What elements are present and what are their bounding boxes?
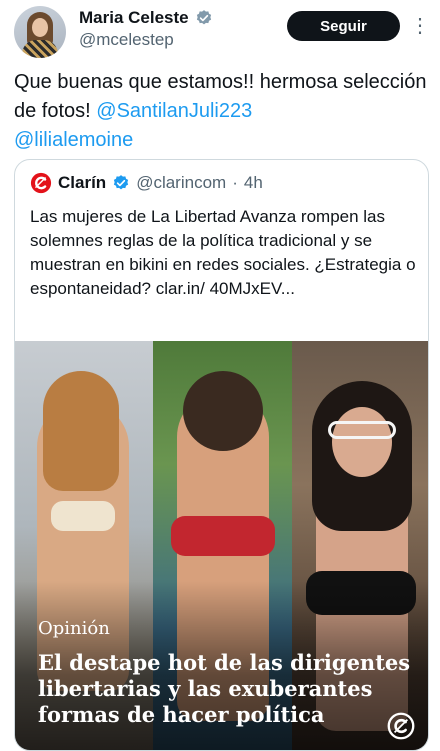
photo-face xyxy=(332,407,392,477)
quoted-account-name[interactable]: Clarín xyxy=(58,173,106,193)
clarin-watermark-icon xyxy=(387,712,415,740)
author-name-row[interactable]: Maria Celeste xyxy=(79,8,213,28)
avatar-outfit xyxy=(22,40,58,58)
mention-link[interactable]: @lilialemoine xyxy=(14,129,133,151)
photo-sunglasses xyxy=(328,421,396,439)
quoted-tweet-text: Las mujeres de La Libertad Avanza rompen… xyxy=(30,207,416,298)
quoted-tweet-card[interactable]: Clarín @clarincom · 4h Las mujeres de La… xyxy=(14,159,429,751)
meta-separator: · xyxy=(232,173,238,192)
avatar-face xyxy=(32,18,48,37)
tweet-text: Que buenas que estamos!! hermosa selecci… xyxy=(14,68,429,155)
photo-hair xyxy=(43,371,119,491)
verified-badge-icon xyxy=(114,175,129,190)
follow-button[interactable]: Seguir xyxy=(287,11,400,41)
quoted-handle[interactable]: @clarincom xyxy=(136,173,226,193)
media-section-label: Opinión xyxy=(38,618,110,639)
media-headline: El destape hot de las dirigentes liberta… xyxy=(38,650,411,727)
quoted-tweet-header: Clarín @clarincom · 4h xyxy=(30,172,263,194)
mention-link[interactable]: @SantilanJuli223 xyxy=(96,100,252,122)
author-avatar[interactable] xyxy=(14,6,66,58)
verified-badge-icon xyxy=(196,10,211,25)
photo-hair xyxy=(183,371,263,451)
photo-swimwear xyxy=(51,501,115,531)
author-handle[interactable]: @mcelestep xyxy=(79,30,174,50)
quoted-media[interactable]: Opinión El destape hot de las dirigentes… xyxy=(15,341,428,750)
author-display-name[interactable]: Maria Celeste xyxy=(79,8,189,28)
more-options-icon[interactable]: ⋮ xyxy=(408,14,432,38)
quoted-timestamp[interactable]: 4h xyxy=(244,173,263,193)
clarin-logo-icon[interactable] xyxy=(30,172,52,194)
tweet-header: Maria Celeste @mcelestep Seguir ⋮ xyxy=(0,0,440,62)
photo-swimwear xyxy=(171,516,275,556)
